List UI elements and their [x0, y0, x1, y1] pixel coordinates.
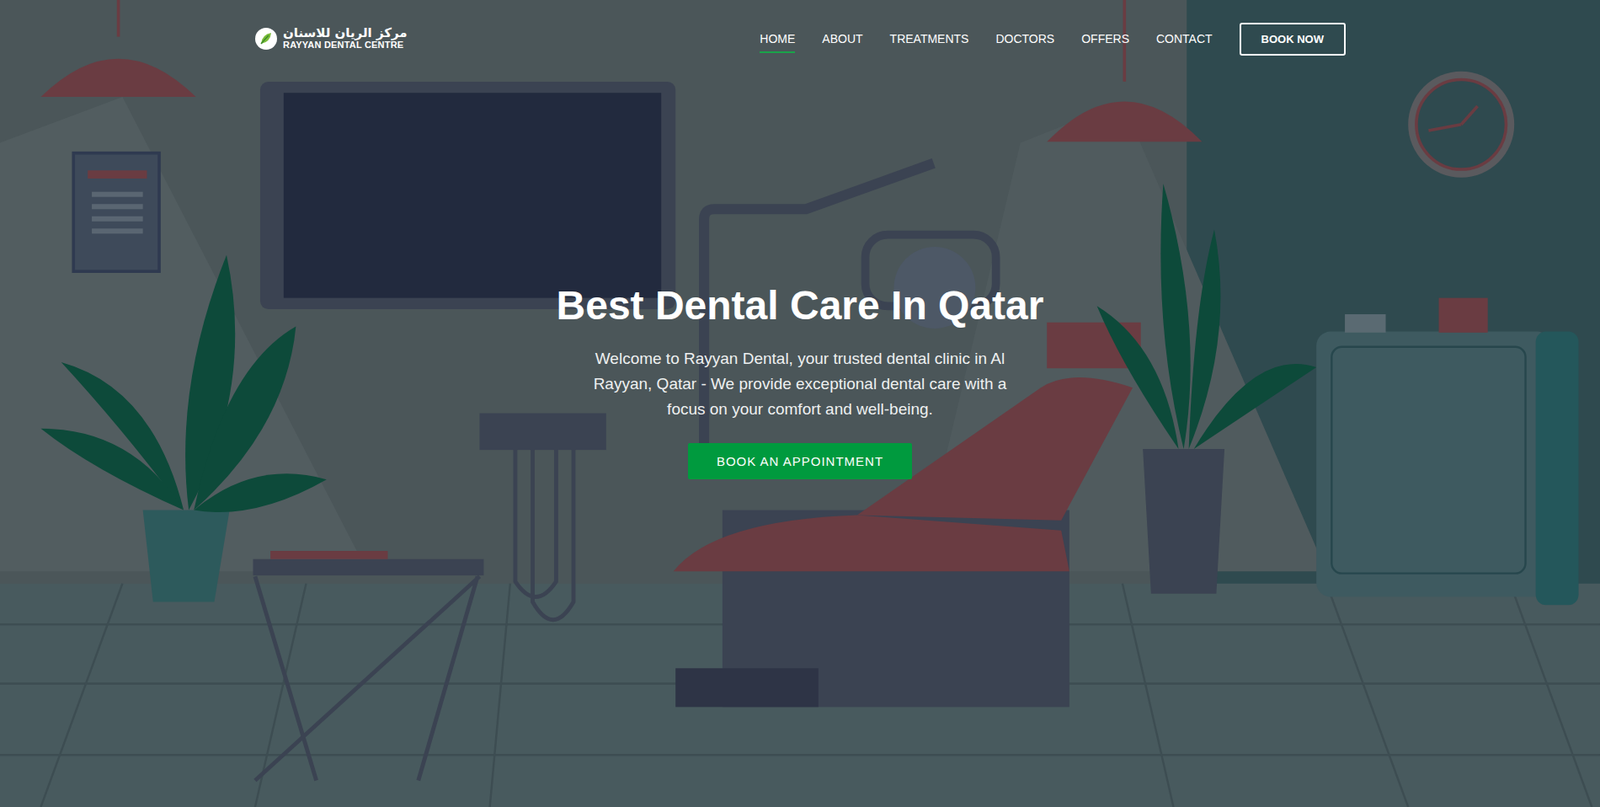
logo-english: RAYYAN DENTAL CENTRE [282, 40, 408, 51]
nav-link[interactable]: OFFERS [1081, 25, 1130, 54]
nav-link[interactable]: HOME [759, 25, 795, 54]
nav-link[interactable]: CONTACT [1156, 25, 1213, 54]
nav-link[interactable]: DOCTORS [995, 25, 1055, 54]
book-now-button[interactable]: BOOK NOW [1239, 22, 1346, 56]
main-nav: HOME ABOUT TREATMENTS DOCTORS OFFERS CONTACT B… [759, 22, 1346, 56]
logo[interactable]: مركز الريان للاسنانRAYYAN DENTAL CENTRE [254, 26, 408, 51]
hero: Best Dental Care In Qatar Welcome to Rayy… [0, 55, 1600, 480]
nav-link[interactable]: ABOUT [821, 25, 863, 54]
hero-title: Best Dental Care In Qatar [556, 281, 1045, 331]
nav-link[interactable]: TREATMENTS [890, 25, 970, 54]
site-header: مركز الريان للاسنانRAYYAN DENTAL CENTRE H… [0, 0, 1600, 56]
page: مركز الريان للاسنانRAYYAN DENTAL CENTRE H… [0, 0, 1600, 807]
tooth-leaf-icon [254, 26, 278, 51]
logo-text: مركز الريان للاسنانRAYYAN DENTAL CENTRE [282, 26, 408, 50]
book-appointment-button[interactable]: BOOK AN APPOINTMENT [688, 442, 912, 480]
header-container: مركز الريان للاسنانRAYYAN DENTAL CENTRE H… [254, 0, 1346, 56]
logo-arabic: مركز الريان للاسنان [282, 26, 408, 41]
hero-text: Welcome to Rayyan Dental, your trusted d… [581, 346, 1019, 422]
